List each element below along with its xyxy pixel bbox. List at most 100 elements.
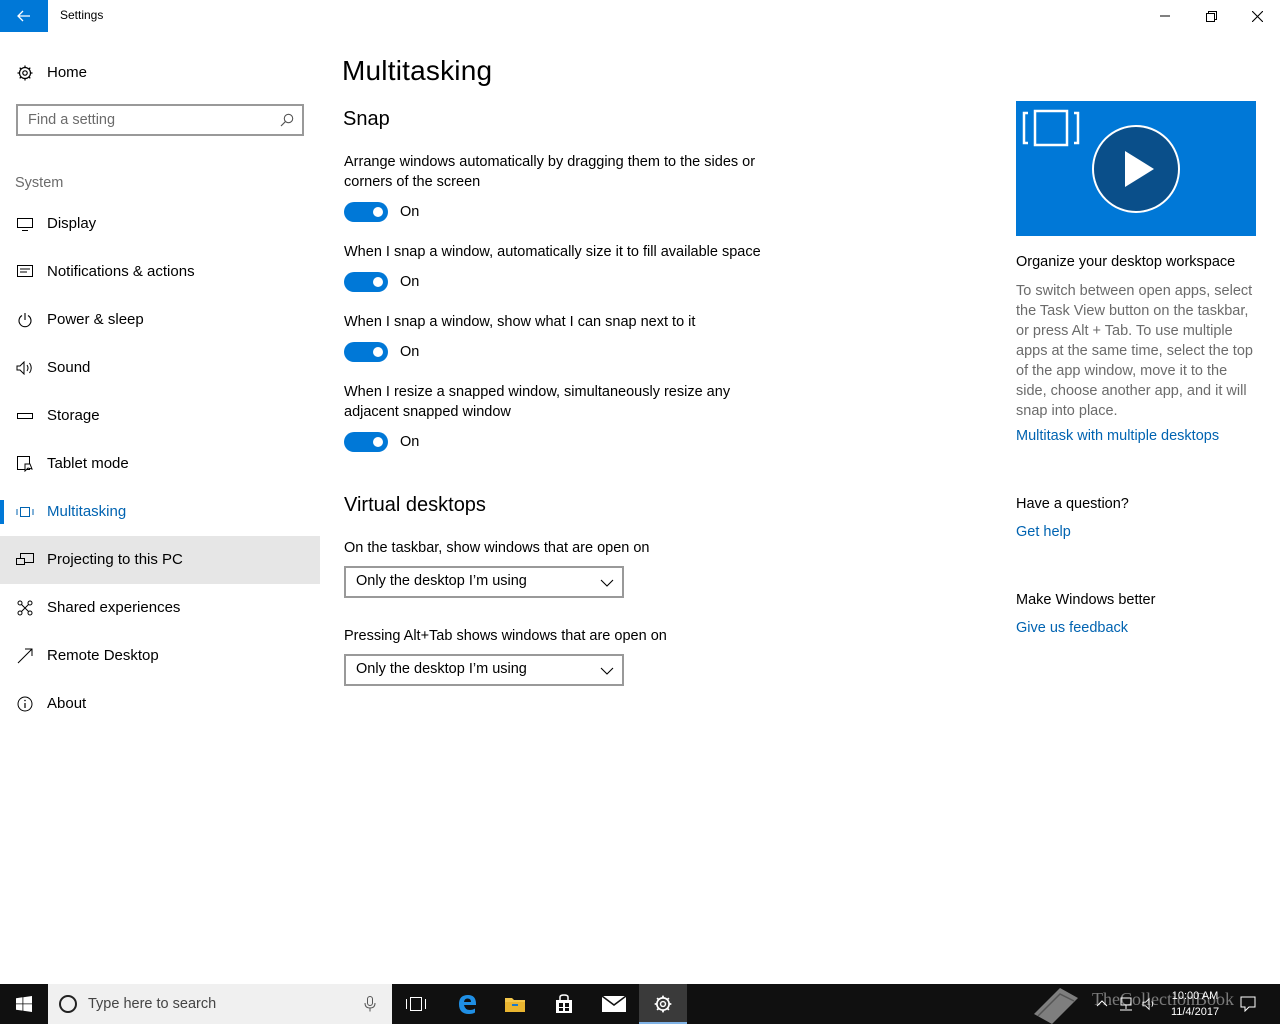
get-help-link[interactable]: Get help xyxy=(1016,524,1071,540)
alttab-windows-dropdown[interactable]: Only the desktop I’m using xyxy=(344,654,624,686)
sidebar-item-projecting[interactable]: Projecting to this PC xyxy=(0,536,320,584)
sidebar-item-remote-desktop[interactable]: Remote Desktop xyxy=(0,632,320,680)
search-input[interactable] xyxy=(28,111,268,129)
mail-icon xyxy=(602,996,626,1012)
multitasking-icon xyxy=(16,503,34,521)
cortana-icon xyxy=(59,995,77,1013)
folder-icon xyxy=(505,998,525,1012)
sidebar-item-label: Notifications & actions xyxy=(47,263,195,280)
task-view-icon xyxy=(406,997,426,1011)
minimize-icon xyxy=(1160,15,1170,17)
minimize-button[interactable] xyxy=(1142,0,1188,32)
chevron-down-icon xyxy=(600,579,614,587)
sidebar-item-multitasking[interactable]: Multitasking xyxy=(0,488,320,536)
start-button[interactable] xyxy=(0,984,48,1024)
back-arrow-icon xyxy=(17,10,30,22)
edge-button[interactable] xyxy=(443,984,491,1024)
snap-fill-space-toggle[interactable] xyxy=(344,272,388,292)
sound-icon xyxy=(16,359,34,377)
sidebar-item-sound[interactable]: Sound xyxy=(0,344,320,392)
windows-logo-icon xyxy=(16,996,32,1012)
task-view-button[interactable] xyxy=(392,984,440,1024)
edge-icon xyxy=(459,995,476,1014)
sidebar-item-label: Display xyxy=(47,215,97,232)
action-center-icon[interactable] xyxy=(1240,996,1256,1012)
power-icon xyxy=(16,311,34,329)
chevron-up-icon[interactable] xyxy=(1096,999,1108,1007)
sidebar-item-home[interactable]: Home xyxy=(0,56,320,90)
video-heading: Organize your desktop workspace xyxy=(1016,254,1236,270)
sidebar-item-label: Shared experiences xyxy=(47,599,181,616)
sidebar-item-shared-experiences[interactable]: Shared experiences xyxy=(0,584,320,632)
taskbar-windows-label: On the taskbar, show windows that are op… xyxy=(344,540,650,556)
taskbar-windows-dropdown[interactable]: Only the desktop I’m using xyxy=(344,566,624,598)
store-button[interactable] xyxy=(540,984,588,1024)
multitasking-illustration-icon xyxy=(1022,109,1180,213)
sidebar: Home System Display Notifications & acti… xyxy=(0,32,320,984)
give-feedback-link[interactable]: Give us feedback xyxy=(1016,620,1128,636)
toggle-knob xyxy=(373,437,383,447)
microphone-icon[interactable] xyxy=(364,996,376,1012)
dropdown-value: Only the desktop I’m using xyxy=(356,661,527,677)
shared-experiences-icon xyxy=(16,599,34,617)
restore-icon xyxy=(1205,10,1217,22)
sidebar-item-label: Power & sleep xyxy=(47,311,144,328)
mail-button[interactable] xyxy=(590,984,638,1024)
sidebar-item-notifications[interactable]: Notifications & actions xyxy=(0,248,320,296)
toggle-state-label: On xyxy=(400,344,420,360)
section-label-system: System xyxy=(15,175,64,191)
snap-option-text: When I snap a window, automatically size… xyxy=(344,244,761,260)
chevron-down-icon xyxy=(600,667,614,675)
taskbar-search-placeholder: Type here to search xyxy=(88,996,217,1012)
snap-option-text: Arrange windows automatically by draggin… xyxy=(344,154,756,190)
sidebar-item-label: Multitasking xyxy=(47,503,127,520)
alttab-windows-label: Pressing Alt+Tab shows windows that are … xyxy=(344,628,667,644)
multiple-desktops-link[interactable]: Multitask with multiple desktops xyxy=(1016,428,1219,444)
snap-resize-adjacent-toggle[interactable] xyxy=(344,432,388,452)
question-heading: Have a question? xyxy=(1016,496,1129,512)
book-icon xyxy=(1034,988,1078,1024)
selection-indicator xyxy=(0,500,4,524)
tablet-mode-icon xyxy=(16,455,34,473)
info-icon xyxy=(16,695,34,713)
restore-button[interactable] xyxy=(1188,0,1234,32)
network-icon[interactable] xyxy=(1118,996,1134,1012)
volume-icon[interactable] xyxy=(1142,996,1158,1012)
clock-time: 10:00 AM xyxy=(1171,990,1219,1002)
toggle-state-label: On xyxy=(400,204,420,220)
sidebar-item-label: Sound xyxy=(47,359,91,376)
file-explorer-button[interactable] xyxy=(491,984,539,1024)
virtual-desktops-heading: Virtual desktops xyxy=(344,494,486,516)
find-setting-search[interactable] xyxy=(16,104,304,136)
home-label: Home xyxy=(47,64,88,81)
page-title: Multitasking xyxy=(342,55,493,86)
clock-date: 11/4/2017 xyxy=(1170,1006,1220,1018)
title-bar: Settings xyxy=(0,0,1280,32)
sidebar-item-about[interactable]: About xyxy=(0,680,320,728)
back-button[interactable] xyxy=(0,0,48,32)
snap-arrange-toggle[interactable] xyxy=(344,202,388,222)
snap-option-text: When I resize a snapped window, simultan… xyxy=(344,384,731,420)
toggle-state-label: On xyxy=(400,274,420,290)
sidebar-item-tablet-mode[interactable]: Tablet mode xyxy=(0,440,320,488)
snap-option-text: When I snap a window, show what I can sn… xyxy=(344,314,696,330)
toggle-knob xyxy=(373,207,383,217)
remote-desktop-icon xyxy=(16,647,34,665)
video-thumbnail[interactable] xyxy=(1016,101,1256,236)
settings-taskbar-button[interactable] xyxy=(639,984,687,1024)
snap-assist-toggle[interactable] xyxy=(344,342,388,362)
gear-icon xyxy=(654,995,672,1013)
close-button[interactable] xyxy=(1234,0,1280,32)
taskbar-search-box[interactable]: Type here to search xyxy=(48,984,392,1024)
sidebar-item-power-sleep[interactable]: Power & sleep xyxy=(0,296,320,344)
notifications-icon xyxy=(16,263,34,281)
sidebar-item-storage[interactable]: Storage xyxy=(0,392,320,440)
sidebar-item-display[interactable]: Display xyxy=(0,200,320,248)
tray-clock[interactable]: 10:00 AM 11/4/2017 xyxy=(1160,988,1230,1020)
display-icon xyxy=(16,215,34,233)
search-icon[interactable] xyxy=(280,113,294,127)
sidebar-item-label: About xyxy=(47,695,87,712)
store-icon xyxy=(556,994,572,1013)
window-title: Settings xyxy=(60,8,104,22)
snap-heading: Snap xyxy=(343,108,390,130)
